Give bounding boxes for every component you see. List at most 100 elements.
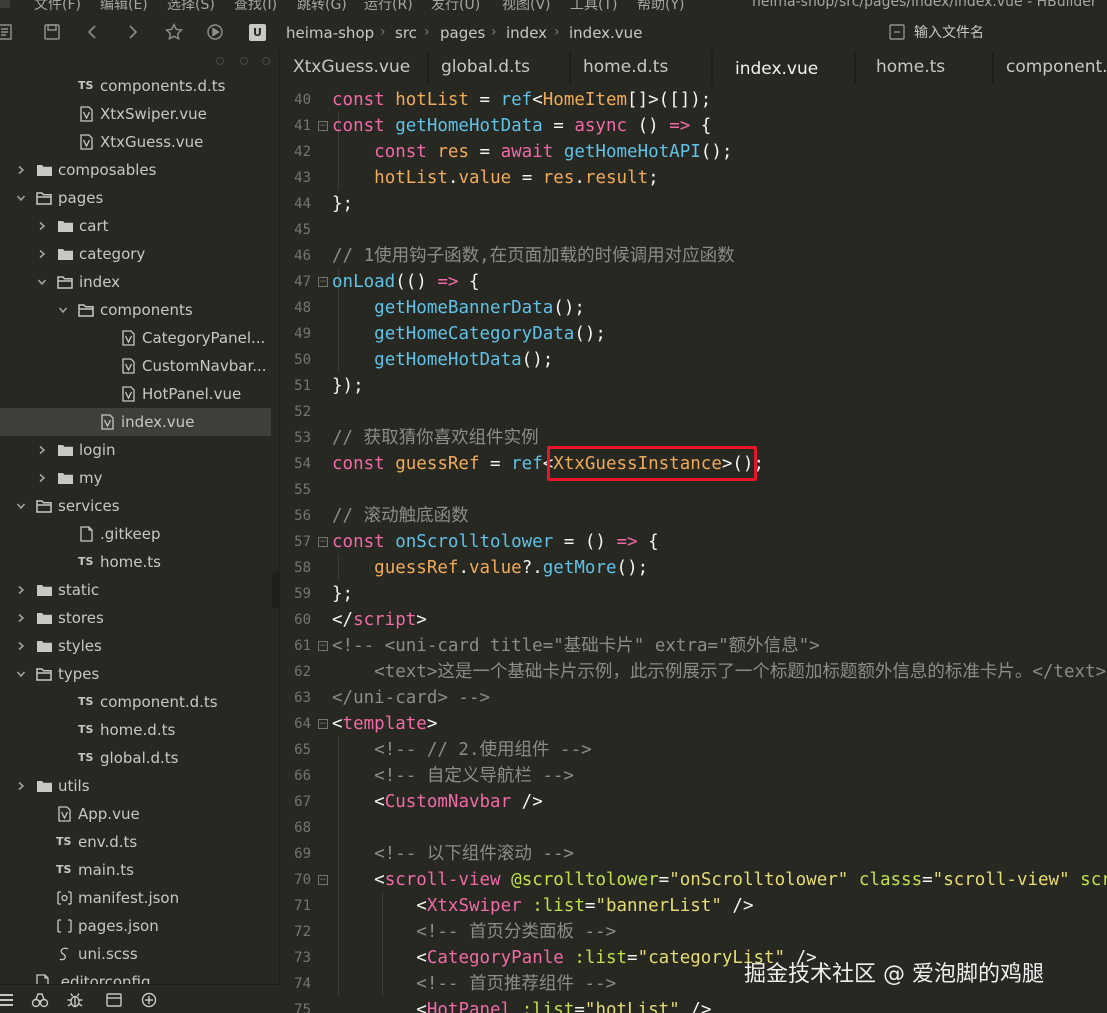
chevron-right-icon[interactable] bbox=[16, 165, 26, 175]
tab-global-d-ts[interactable]: global.d.ts bbox=[429, 52, 570, 84]
chevron-right-icon[interactable] bbox=[37, 221, 47, 231]
code-line[interactable]: 59}; bbox=[281, 581, 1107, 607]
code-line[interactable]: 41− const getHomeHotData = async () => { bbox=[281, 113, 1107, 139]
code-line[interactable]: 42 const res = await getHomeHotAPI(); bbox=[281, 139, 1107, 165]
breadcrumb-src[interactable]: src bbox=[395, 24, 417, 42]
tree-item[interactable]: TS main.ts bbox=[0, 856, 279, 884]
tree-item[interactable]: login bbox=[0, 436, 279, 464]
code-line[interactable]: 67 <CustomNavbar /> bbox=[281, 789, 1107, 815]
chevron-right-icon[interactable] bbox=[37, 249, 47, 259]
chevron-right-icon[interactable] bbox=[16, 641, 26, 651]
collapse-all-icon[interactable] bbox=[240, 57, 248, 65]
chevron-down-icon[interactable] bbox=[37, 277, 47, 287]
locate-icon[interactable] bbox=[216, 57, 224, 65]
breadcrumb-pages[interactable]: pages bbox=[440, 24, 485, 42]
tab-xtxguess-vue[interactable]: XtxGuess.vue bbox=[281, 52, 428, 84]
tree-item[interactable]: category bbox=[0, 240, 279, 268]
menu-publish[interactable]: 发行(U) bbox=[431, 0, 480, 12]
tree-item[interactable]: TS component.d.ts bbox=[0, 688, 279, 716]
code-line[interactable]: 63 </uni-card> --> bbox=[281, 685, 1107, 711]
menu-find[interactable]: 查找(I) bbox=[234, 0, 277, 12]
chevron-right-icon[interactable] bbox=[16, 585, 26, 595]
chevron-right-icon[interactable] bbox=[37, 445, 47, 455]
chevron-right-icon[interactable] bbox=[37, 473, 47, 483]
code-line[interactable]: 64− <template> bbox=[281, 711, 1107, 737]
code-line[interactable]: 44}; bbox=[281, 191, 1107, 217]
tree-item[interactable]: static bbox=[0, 576, 279, 604]
save-icon[interactable] bbox=[42, 22, 62, 42]
tree-item[interactable]: TS home.ts bbox=[0, 548, 279, 576]
code-line[interactable]: 70− <scroll-view @scrolltolower="onScrol… bbox=[281, 867, 1107, 893]
chevron-right-icon[interactable] bbox=[16, 781, 26, 791]
tab-index-vue[interactable]: index.vue bbox=[713, 52, 855, 84]
fold-toggle-icon[interactable]: − bbox=[318, 641, 328, 651]
tree-item[interactable]: composables bbox=[0, 156, 279, 184]
binoculars-icon[interactable] bbox=[31, 991, 49, 1009]
chevron-down-icon[interactable] bbox=[58, 305, 68, 315]
tree-item[interactable]: stores bbox=[0, 604, 279, 632]
chevron-down-icon[interactable] bbox=[16, 669, 26, 679]
breadcrumb-index[interactable]: index bbox=[506, 24, 547, 42]
tree-item[interactable]: CategoryPanel... bbox=[0, 324, 279, 352]
code-line[interactable]: 40 const hotList = ref<HomeItem[]>([]); bbox=[281, 87, 1107, 113]
tree-item[interactable]: TS env.d.ts bbox=[0, 828, 279, 856]
code-line[interactable]: 48 getHomeBannerData(); bbox=[281, 295, 1107, 321]
file-search[interactable] bbox=[886, 21, 1107, 45]
forward-icon[interactable] bbox=[123, 22, 143, 42]
menu-edit[interactable]: 编辑(E) bbox=[100, 0, 148, 12]
collapse-sidebar-button[interactable]: ‹ bbox=[272, 572, 279, 608]
tree-item[interactable]: components bbox=[0, 296, 279, 324]
tree-item[interactable]: manifest.json bbox=[0, 884, 279, 912]
code-line[interactable]: 51}); bbox=[281, 373, 1107, 399]
code-line[interactable]: 58 guessRef.value?.getMore(); bbox=[281, 555, 1107, 581]
menu-file[interactable]: 文件(F) bbox=[34, 0, 81, 12]
code-line[interactable]: 47− onLoad(() => { bbox=[281, 269, 1107, 295]
chevron-down-icon[interactable] bbox=[16, 501, 26, 511]
fold-toggle-icon[interactable]: − bbox=[318, 719, 328, 729]
tree-item[interactable]: cart bbox=[0, 212, 279, 240]
code-line[interactable]: 69 <!-- 以下组件滚动 --> bbox=[281, 841, 1107, 867]
tree-item[interactable]: HotPanel.vue bbox=[0, 380, 279, 408]
code-line[interactable]: 56 // 滚动触底函数 bbox=[281, 503, 1107, 529]
tree-item[interactable]: TS global.d.ts bbox=[0, 744, 279, 772]
code-line[interactable]: 60 </script> bbox=[281, 607, 1107, 633]
code-line[interactable]: 57− const onScrolltolower = () => { bbox=[281, 529, 1107, 555]
tree-item[interactable]: my bbox=[0, 464, 279, 492]
tree-item[interactable]: .gitkeep bbox=[0, 520, 279, 548]
tree-item[interactable]: XtxGuess.vue bbox=[0, 128, 279, 156]
tree-item[interactable]: index.vue bbox=[0, 408, 271, 436]
tree-item[interactable]: services bbox=[0, 492, 279, 520]
tree-item[interactable]: TS components.d.ts bbox=[0, 72, 279, 100]
run-icon[interactable] bbox=[205, 22, 225, 42]
tree-item[interactable]: types bbox=[0, 660, 279, 688]
fold-toggle-icon[interactable]: − bbox=[318, 121, 328, 131]
code-line[interactable]: 50 getHomeHotData(); bbox=[281, 347, 1107, 373]
code-editor[interactable]: 40 const hotList = ref<HomeItem[]>([]); 41… bbox=[281, 86, 1107, 1013]
explorer-icon[interactable] bbox=[0, 991, 16, 1009]
tree-item[interactable]: pages bbox=[0, 184, 279, 212]
fold-toggle-icon[interactable]: − bbox=[318, 537, 328, 547]
bug-icon[interactable] bbox=[66, 991, 84, 1009]
menu-tools[interactable]: 工具(T) bbox=[570, 0, 617, 12]
menu-help[interactable]: 帮助(Y) bbox=[637, 0, 684, 12]
breadcrumb-file[interactable]: index.vue bbox=[569, 24, 642, 42]
star-icon[interactable] bbox=[164, 22, 184, 42]
chevron-down-icon[interactable] bbox=[16, 193, 26, 203]
code-line[interactable]: 49 getHomeCategoryData(); bbox=[281, 321, 1107, 347]
code-line[interactable]: 66 <!-- 自定义导航栏 --> bbox=[281, 763, 1107, 789]
code-line[interactable]: 46 // 1使用钩子函数,在页面加载的时候调用对应函数 bbox=[281, 243, 1107, 269]
plugin-icon[interactable] bbox=[140, 991, 158, 1009]
code-line[interactable]: 43 hotList.value = res.result; bbox=[281, 165, 1107, 191]
new-file-icon[interactable] bbox=[0, 22, 16, 42]
file-search-input[interactable] bbox=[914, 21, 1104, 45]
tree-item[interactable]: .editorconfig bbox=[0, 968, 279, 984]
tree-item[interactable]: index bbox=[0, 268, 279, 296]
tree-item[interactable]: pages.json bbox=[0, 912, 279, 940]
fold-toggle-icon[interactable]: − bbox=[318, 277, 328, 287]
menu-run[interactable]: 运行(R) bbox=[364, 0, 413, 12]
code-line[interactable]: 65 <!-- // 2.使用组件 --> bbox=[281, 737, 1107, 763]
code-line[interactable]: 45 bbox=[281, 217, 1107, 243]
fold-toggle-icon[interactable]: − bbox=[318, 875, 328, 885]
back-icon[interactable] bbox=[82, 22, 102, 42]
code-line[interactable]: 62 <text>这是一个基础卡片示例，此示例展示了一个标题加标题额外信息的标准… bbox=[281, 659, 1107, 685]
